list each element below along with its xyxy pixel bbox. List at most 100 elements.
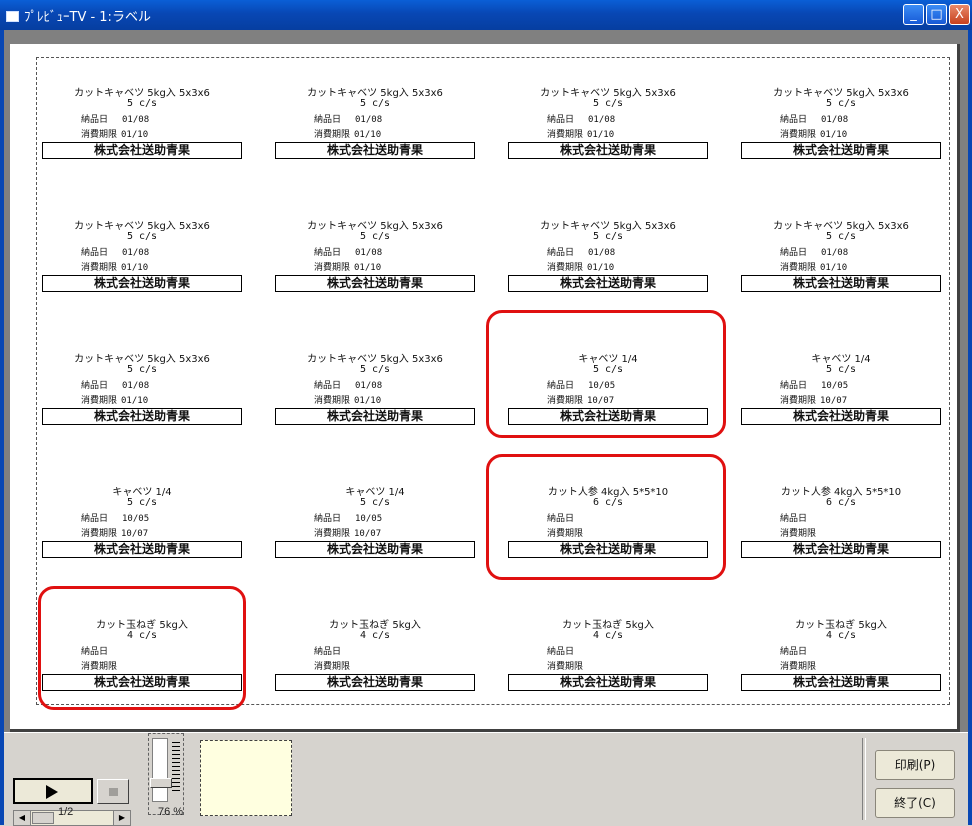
highlight-onion bbox=[38, 586, 246, 710]
label-card: カット玉ねぎ 5kg入 4 c/s 納品日 消費期限 株式会社送助青果 bbox=[741, 592, 941, 718]
label-company: 株式会社送助青果 bbox=[275, 408, 475, 425]
zoom-slider[interactable] bbox=[152, 738, 168, 802]
label-delivery-caption: 納品日 bbox=[314, 115, 342, 125]
label-product: カットキャベツ 5kg入 5x3x6 bbox=[74, 88, 210, 99]
label-company: 株式会社送助青果 bbox=[275, 275, 475, 292]
title-bar[interactable]: ﾌﾟﾚﾋﾞｭｰTV - 1:ラベル _ □ X bbox=[0, 0, 972, 30]
scroll-left-arrow-icon[interactable]: ◀ bbox=[14, 811, 31, 825]
label-delivery-date: 10/05 bbox=[821, 381, 849, 391]
maximize-button[interactable]: □ bbox=[926, 4, 947, 25]
label-delivery-row: 納品日 01/08 bbox=[314, 378, 382, 391]
minimize-button[interactable]: _ bbox=[903, 4, 924, 25]
label-card: キャベツ 1/4 5 c/s 納品日 10/05 消費期限 10/07 株式会社送助青果 bbox=[741, 326, 941, 452]
label-product: カットキャベツ 5kg入 5x3x6 bbox=[773, 221, 909, 232]
zoom-ticks bbox=[172, 742, 180, 794]
label-case-count: 5 c/s bbox=[592, 98, 624, 109]
label-card: カットキャベツ 5kg入 5x3x6 5 c/s 納品日 01/08 消費期限 01/10… bbox=[741, 193, 941, 319]
label-card: カットキャベツ 5kg入 5x3x6 5 c/s 納品日 01/08 消費期限 01/10… bbox=[741, 60, 941, 186]
label-expiry-date: 10/07 bbox=[121, 529, 149, 539]
label-delivery-date: 01/08 bbox=[355, 115, 383, 125]
zoom-slider-handle[interactable] bbox=[150, 778, 172, 788]
label-expiry-date: 01/10 bbox=[587, 263, 615, 273]
label-delivery-caption: 納品日 bbox=[547, 115, 575, 125]
zoom-level: 76 % bbox=[158, 806, 184, 818]
label-product: カット玉ねぎ 5kg入 bbox=[795, 620, 887, 631]
label-delivery-date: 10/05 bbox=[122, 514, 150, 524]
label-case-count: 5 c/s bbox=[359, 98, 391, 109]
label-expiry-caption: 消費期限 bbox=[81, 263, 118, 273]
label-expiry-row: 消費期限 10/07 bbox=[81, 526, 148, 539]
label-case-count: 5 c/s bbox=[825, 364, 857, 375]
label-company: 株式会社送助青果 bbox=[275, 541, 475, 558]
label-expiry-caption: 消費期限 bbox=[314, 396, 351, 406]
label-delivery-row: 納品日 10/05 bbox=[314, 511, 382, 524]
label-delivery-row: 納品日 01/08 bbox=[314, 245, 382, 258]
highlight-carrot bbox=[486, 454, 726, 580]
label-company: 株式会社送助青果 bbox=[275, 674, 475, 691]
label-company: 株式会社送助青果 bbox=[42, 275, 242, 292]
label-company: 株式会社送助青果 bbox=[42, 142, 242, 159]
label-expiry-row: 消費期限 01/10 bbox=[314, 127, 381, 140]
label-card: カットキャベツ 5kg入 5x3x6 5 c/s 納品日 01/08 消費期限 01/10… bbox=[42, 326, 242, 452]
label-delivery-row: 納品日 01/08 bbox=[81, 112, 149, 125]
label-company: 株式会社送助青果 bbox=[275, 142, 475, 159]
label-expiry-date: 01/10 bbox=[121, 396, 149, 406]
label-product: カットキャベツ 5kg入 5x3x6 bbox=[307, 354, 443, 365]
label-expiry-row: 消費期限 01/10 bbox=[81, 127, 148, 140]
label-case-count: 5 c/s bbox=[359, 497, 391, 508]
stop-button[interactable] bbox=[97, 779, 129, 804]
label-delivery-row: 納品日 01/08 bbox=[547, 245, 615, 258]
label-product: カットキャベツ 5kg入 5x3x6 bbox=[307, 88, 443, 99]
toolbar-separator bbox=[862, 738, 866, 820]
play-button[interactable] bbox=[13, 778, 93, 804]
label-expiry-caption: 消費期限 bbox=[780, 263, 817, 273]
label-delivery-date: 01/08 bbox=[122, 381, 150, 391]
label-card: カットキャベツ 5kg入 5x3x6 5 c/s 納品日 01/08 消費期限 01/10… bbox=[275, 60, 475, 186]
label-delivery-row: 納品日 bbox=[780, 644, 821, 657]
label-case-count: 6 c/s bbox=[825, 497, 857, 508]
label-case-count: 5 c/s bbox=[825, 231, 857, 242]
label-product: キャベツ 1/4 bbox=[345, 487, 405, 498]
close-button[interactable]: X bbox=[949, 4, 970, 25]
label-product: カットキャベツ 5kg入 5x3x6 bbox=[773, 88, 909, 99]
label-delivery-caption: 納品日 bbox=[81, 381, 109, 391]
label-delivery-caption: 納品日 bbox=[81, 248, 109, 258]
page-thumbnail[interactable] bbox=[200, 740, 292, 816]
label-expiry-caption: 消費期限 bbox=[780, 396, 817, 406]
scroll-thumb[interactable] bbox=[32, 812, 54, 824]
label-case-count: 4 c/s bbox=[825, 630, 857, 641]
label-delivery-date: 01/08 bbox=[821, 115, 849, 125]
window-frame-right bbox=[968, 30, 972, 825]
label-delivery-row: 納品日 bbox=[314, 644, 355, 657]
label-expiry-caption: 消費期限 bbox=[81, 529, 118, 539]
label-expiry-caption: 消費期限 bbox=[81, 396, 118, 406]
scroll-right-arrow-icon[interactable]: ▶ bbox=[113, 811, 130, 825]
print-button[interactable]: 印刷(P) bbox=[875, 750, 955, 780]
highlight-cabbage-quarter bbox=[486, 310, 726, 438]
label-expiry-row: 消費期限 bbox=[314, 659, 354, 672]
label-delivery-caption: 納品日 bbox=[314, 647, 342, 657]
label-product: キャベツ 1/4 bbox=[112, 487, 172, 498]
label-delivery-row: 納品日 bbox=[547, 644, 588, 657]
label-delivery-caption: 納品日 bbox=[81, 115, 109, 125]
label-expiry-row: 消費期限 bbox=[780, 659, 820, 672]
label-expiry-row: 消費期限 10/07 bbox=[780, 393, 847, 406]
label-product: カット玉ねぎ 5kg入 bbox=[329, 620, 421, 631]
label-expiry-date: 01/10 bbox=[354, 396, 382, 406]
label-expiry-caption: 消費期限 bbox=[314, 263, 351, 273]
label-delivery-caption: 納品日 bbox=[780, 248, 808, 258]
page-indicator: 1/2 bbox=[58, 806, 74, 818]
label-delivery-caption: 納品日 bbox=[780, 647, 808, 657]
label-expiry-caption: 消費期限 bbox=[780, 130, 817, 140]
label-delivery-caption: 納品日 bbox=[314, 381, 342, 391]
label-delivery-row: 納品日 01/08 bbox=[81, 245, 149, 258]
label-expiry-caption: 消費期限 bbox=[780, 529, 817, 539]
label-expiry-row: 消費期限 01/10 bbox=[547, 127, 614, 140]
label-case-count: 5 c/s bbox=[126, 98, 158, 109]
label-expiry-date: 01/10 bbox=[820, 130, 848, 140]
quit-button[interactable]: 終了(C) bbox=[875, 788, 955, 818]
label-expiry-date: 01/10 bbox=[354, 130, 382, 140]
label-case-count: 5 c/s bbox=[126, 497, 158, 508]
label-product: カットキャベツ 5kg入 5x3x6 bbox=[307, 221, 443, 232]
label-expiry-date: 01/10 bbox=[121, 263, 149, 273]
